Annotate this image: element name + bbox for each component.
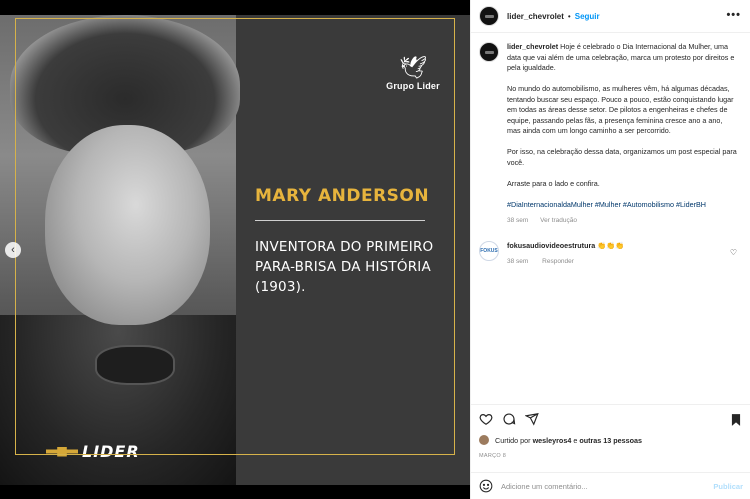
carousel-prev-icon[interactable]: ‹ bbox=[5, 242, 21, 258]
comment-like-icon[interactable]: ♡ bbox=[730, 248, 737, 257]
likes-prefix: Curtido por bbox=[495, 435, 531, 445]
emoji-icon[interactable] bbox=[479, 479, 493, 493]
post-details-panel: lider_chevrolet • Seguir ••• lider_chevr… bbox=[470, 0, 750, 499]
more-options-icon[interactable]: ••• bbox=[726, 9, 741, 21]
post-header: lider_chevrolet • Seguir ••• bbox=[471, 0, 750, 33]
bird-icon: 🕊 bbox=[399, 55, 427, 80]
portrait-face bbox=[45, 125, 210, 325]
caption-hashtags[interactable]: #DiaInternacionaldaMulher #Mulher #Autom… bbox=[507, 200, 737, 211]
grupo-lider-logo: 🕊 Grupo Lider bbox=[383, 55, 443, 91]
liker-avatar[interactable] bbox=[479, 435, 489, 445]
avatar[interactable] bbox=[479, 42, 499, 62]
likes-middle: e bbox=[573, 435, 578, 445]
likes-summary: Curtido por wesleyros4 e outras 13 pesso… bbox=[479, 435, 642, 445]
comment-text: 👏👏👏 bbox=[597, 241, 625, 250]
media-backdrop: 🕊 Grupo Lider MARY ANDERSON INVENTORA DO… bbox=[0, 0, 470, 499]
post-image[interactable]: 🕊 Grupo Lider MARY ANDERSON INVENTORA DO… bbox=[0, 15, 470, 485]
caption-meta: 38 sem Ver tradução bbox=[507, 216, 737, 227]
reply-button[interactable]: Responder bbox=[542, 258, 574, 265]
comment-username[interactable]: fokusaudiovideoestrutura bbox=[507, 241, 595, 250]
comment-input[interactable] bbox=[501, 481, 701, 491]
comment-avatar[interactable]: FOKUS bbox=[479, 241, 499, 261]
bookmark-icon[interactable] bbox=[729, 413, 743, 427]
caption-username[interactable]: lider_chevrolet bbox=[507, 42, 558, 51]
comment: FOKUS fokusaudiovideoestrutura 👏👏👏 38 se… bbox=[479, 241, 741, 267]
caption-paragraph: Por isso, na celebração dessa data, orga… bbox=[507, 147, 737, 167]
header-separator: • bbox=[567, 11, 571, 21]
chevrolet-bowtie-icon bbox=[46, 446, 78, 457]
likes-others[interactable]: outras 13 pessoas bbox=[579, 436, 642, 445]
caption-paragraph: Arraste para o lado e confira. bbox=[507, 178, 600, 188]
avatar[interactable] bbox=[479, 6, 499, 26]
comment-body: fokusaudiovideoestrutura 👏👏👏 38 sem Resp… bbox=[507, 241, 707, 267]
follow-button[interactable]: Seguir bbox=[575, 12, 600, 21]
translate-link[interactable]: Ver tradução bbox=[540, 217, 577, 224]
grupo-lider-logo-text: Grupo Lider bbox=[386, 81, 440, 91]
portrait-bow bbox=[95, 345, 175, 385]
publish-button[interactable]: Publicar bbox=[713, 482, 743, 491]
caption-text: lider_chevrolet Hoje é celebrado o Dia I… bbox=[507, 42, 737, 226]
comment-meta: 38 sem Responder bbox=[507, 257, 707, 267]
likes-user[interactable]: wesleyros4 bbox=[533, 436, 572, 445]
portrait-photo bbox=[0, 15, 240, 485]
comment-icon[interactable] bbox=[502, 412, 516, 426]
post-date[interactable]: MARÇO 8 bbox=[479, 453, 506, 459]
caption-paragraph: No mundo do automobilismo, as mulheres v… bbox=[507, 84, 734, 135]
lider-logo-word: LIDER bbox=[82, 442, 140, 461]
lider-chevrolet-logo: LIDER bbox=[46, 442, 140, 461]
share-icon[interactable] bbox=[525, 412, 539, 426]
name-divider bbox=[255, 220, 425, 221]
header-username[interactable]: lider_chevrolet bbox=[507, 12, 564, 21]
heart-icon[interactable] bbox=[479, 412, 493, 426]
add-comment-bar: Publicar bbox=[471, 472, 750, 499]
honoree-name: MARY ANDERSON bbox=[255, 186, 430, 206]
caption: lider_chevrolet Hoje é celebrado o Dia I… bbox=[479, 42, 741, 226]
honoree-description: INVENTORA DO PRIMEIRO PARA-BRISA DA HIST… bbox=[255, 239, 434, 295]
action-bar bbox=[471, 404, 750, 432]
caption-time: 38 sem bbox=[507, 216, 529, 224]
comment-time: 38 sem bbox=[507, 258, 529, 265]
